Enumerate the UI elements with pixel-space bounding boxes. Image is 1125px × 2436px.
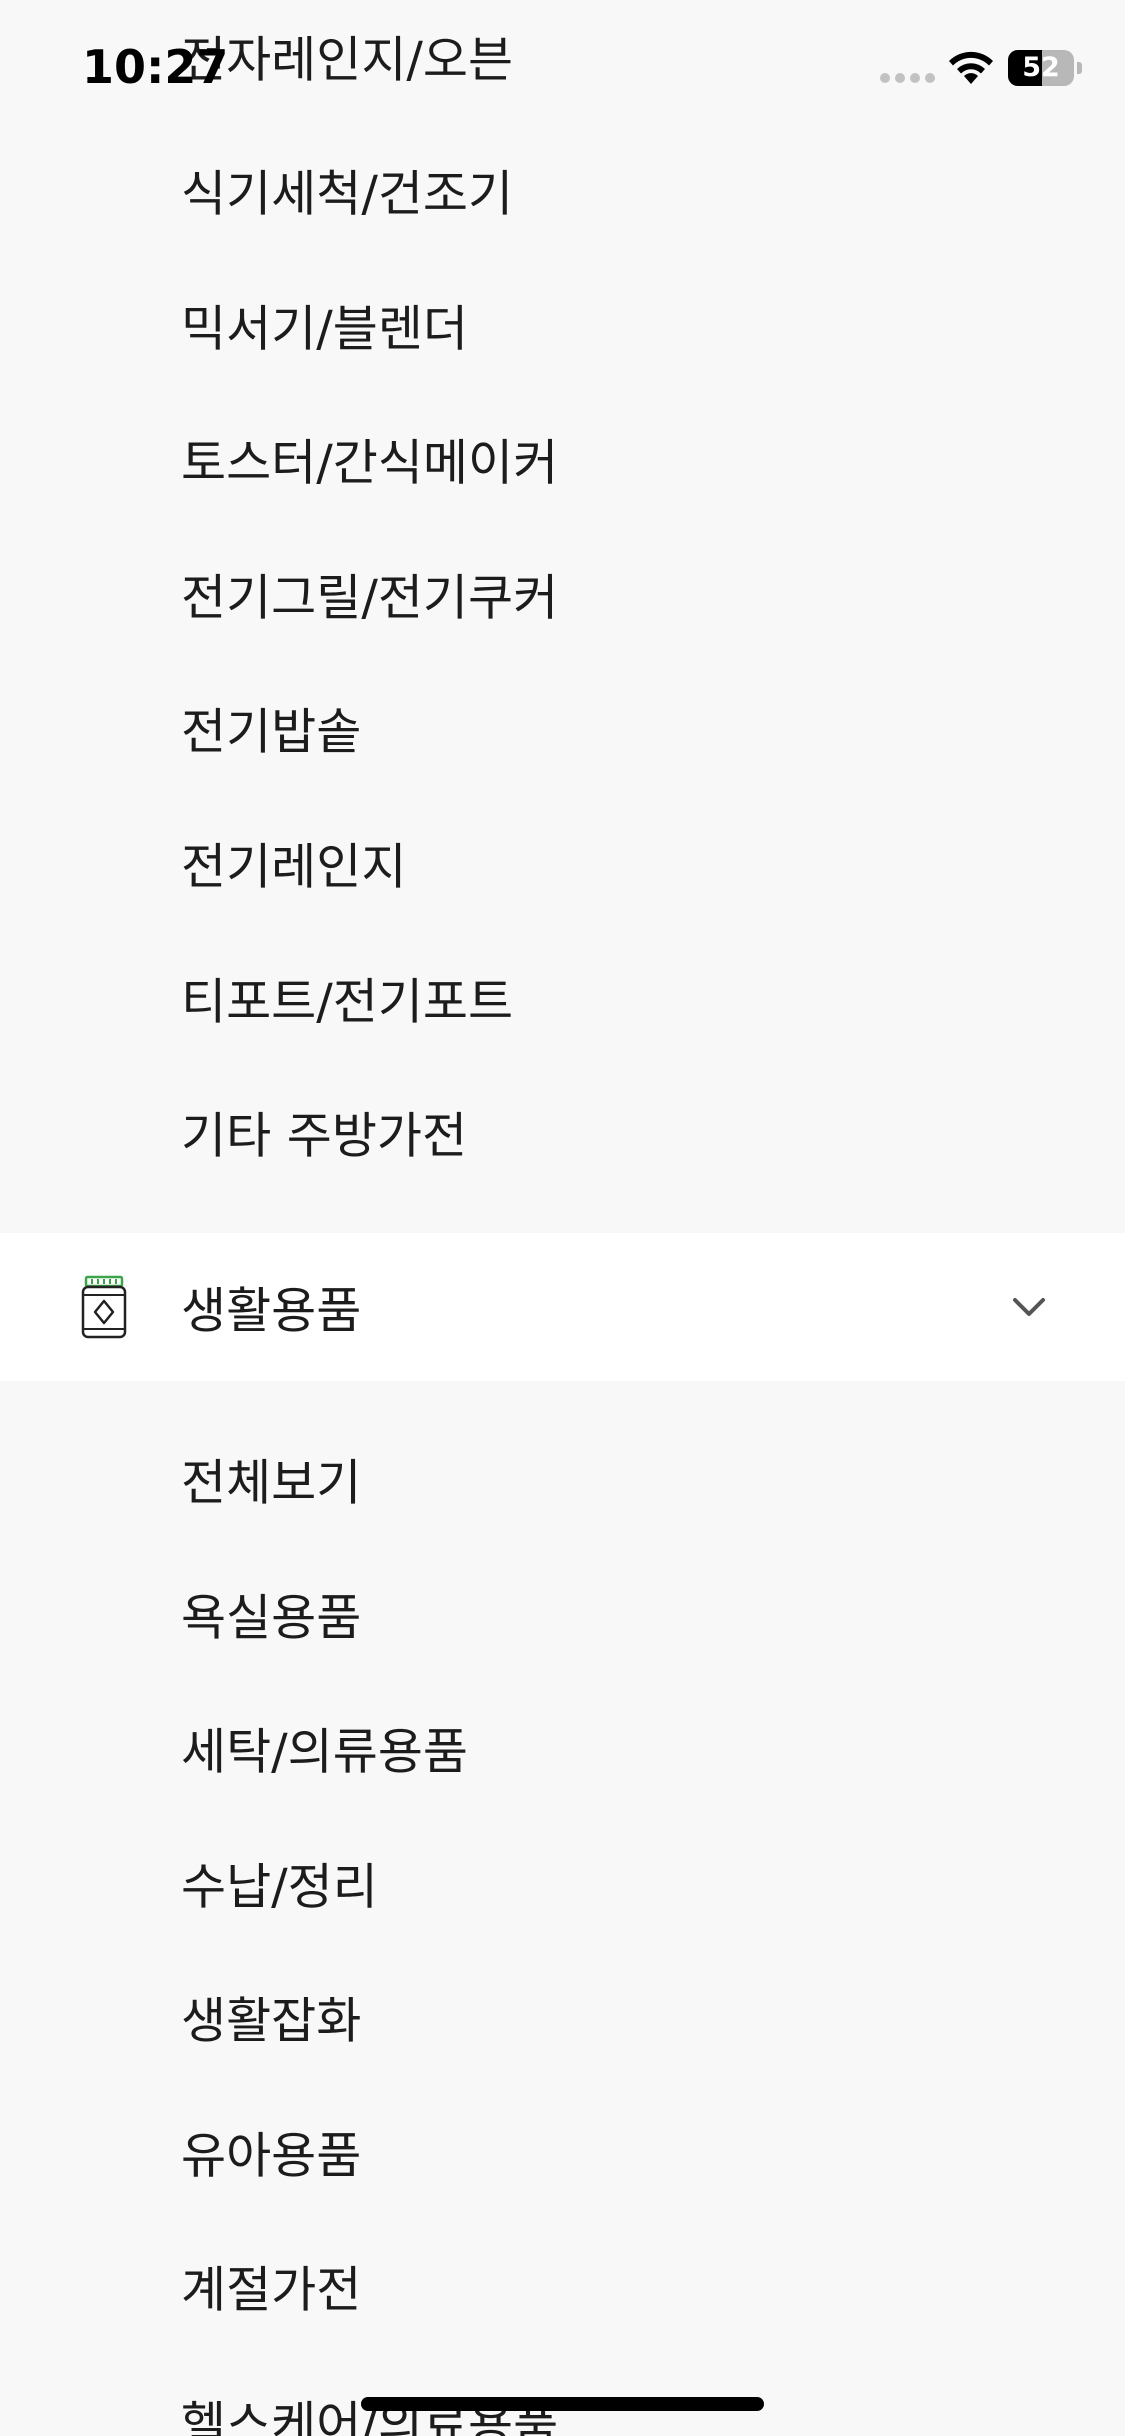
list-item[interactable]: 욕실용품 xyxy=(0,1547,1125,1681)
list-item-label: 전기밥솥 xyxy=(181,703,362,761)
list-item[interactable]: 기타 주방가전 xyxy=(0,1065,1125,1199)
list-item-label: 믹서기/블렌더 xyxy=(181,300,468,358)
household-jar-icon xyxy=(81,1275,127,1339)
list-item[interactable]: 생활잡화 xyxy=(0,1950,1125,2084)
list-item-label: 계절가전 xyxy=(181,2261,362,2319)
list-item[interactable]: 전체보기 xyxy=(0,1412,1125,1546)
list-item[interactable]: 유아용품 xyxy=(0,2085,1125,2219)
list-item-label: 토스터/간식메이커 xyxy=(181,434,559,492)
home-indicator[interactable] xyxy=(361,2397,764,2411)
list-item-label: 전기그릴/전기쿠커 xyxy=(181,569,559,627)
list-item-label: 수납/정리 xyxy=(181,1858,378,1916)
list-item[interactable]: 계절가전 xyxy=(0,2219,1125,2353)
chevron-down-icon[interactable] xyxy=(1011,1294,1047,1320)
list-item[interactable]: 수납/정리 xyxy=(0,1816,1125,1950)
list-item-label: 전자레인지/오븐 xyxy=(181,31,514,89)
list-item-label: 전기레인지 xyxy=(181,838,407,896)
list-item-label: 전체보기 xyxy=(181,1454,362,1512)
list-item[interactable]: 전기그릴/전기쿠커 xyxy=(0,527,1125,661)
list-item[interactable]: 세탁/의류용품 xyxy=(0,1681,1125,1815)
list-item[interactable]: 믹서기/블렌더 xyxy=(0,258,1125,392)
list-item[interactable]: 전기밥솥 xyxy=(0,661,1125,795)
list-item[interactable]: 전기레인지 xyxy=(0,796,1125,930)
list-item[interactable]: 토스터/간식메이커 xyxy=(0,392,1125,526)
list-item-label: 유아용품 xyxy=(181,2127,362,2185)
list-item-label: 티포트/전기포트 xyxy=(181,973,514,1031)
category-row-household[interactable] xyxy=(0,1233,1125,1381)
list-item-label: 생활잡화 xyxy=(181,1992,362,2050)
list-item-label: 식기세척/건조기 xyxy=(181,165,514,223)
list-item-label: 욕실용품 xyxy=(181,1589,362,1647)
list-item[interactable]: 헬스케어/의료용품 xyxy=(0,2354,1125,2436)
list-item[interactable]: 티포트/전기포트 xyxy=(0,931,1125,1065)
list-item[interactable]: 식기세척/건조기 xyxy=(0,123,1125,257)
category-menu-screen: 10:27 52 전자레인지/오븐 식기세척/건조기 믹서기/블렌더 토스터/간… xyxy=(0,0,1125,2436)
list-item-label: 세탁/의류용품 xyxy=(181,1723,468,1781)
list-item[interactable]: 전자레인지/오븐 xyxy=(0,0,1125,123)
category-label: 생활용품 xyxy=(181,1282,362,1340)
list-item-label: 기타 주방가전 xyxy=(181,1107,468,1165)
